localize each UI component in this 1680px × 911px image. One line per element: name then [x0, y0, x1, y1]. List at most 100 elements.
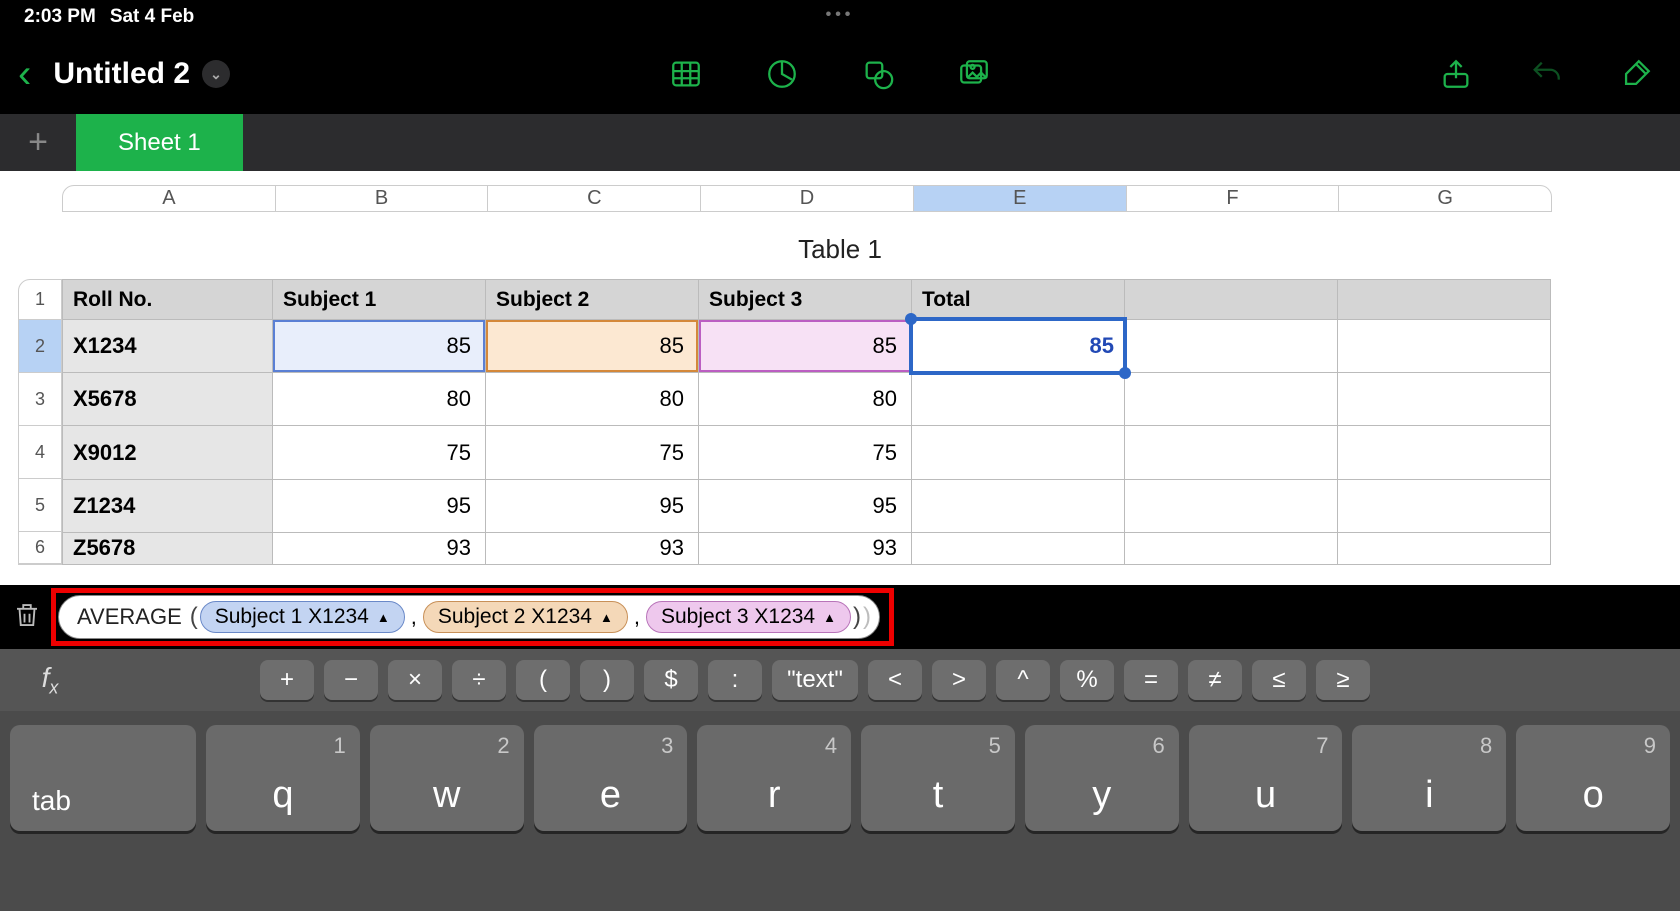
row-header-6[interactable]: 6	[19, 532, 61, 564]
cell[interactable]	[912, 426, 1125, 479]
cell[interactable]: X9012	[63, 426, 273, 479]
key-u[interactable]: 7u	[1189, 725, 1343, 831]
cell[interactable]: 93	[699, 532, 912, 564]
cell[interactable]: 95	[273, 479, 486, 532]
cell[interactable]	[1338, 532, 1551, 564]
key-i[interactable]: 8i	[1352, 725, 1506, 831]
sym-plus[interactable]: +	[260, 660, 314, 700]
share-icon[interactable]	[1430, 48, 1482, 100]
cell[interactable]	[1125, 320, 1338, 373]
delete-formula-icon[interactable]	[12, 600, 42, 635]
formula-ref-token[interactable]: Subject 2 X1234▲	[423, 601, 628, 633]
key-y[interactable]: 6y	[1025, 725, 1179, 831]
sym-dollar[interactable]: $	[644, 660, 698, 700]
col-header-g[interactable]: G	[1339, 186, 1551, 211]
cell[interactable]	[1125, 373, 1338, 426]
column-headers[interactable]: A B C D E F G	[62, 185, 1552, 212]
cell[interactable]: 75	[273, 426, 486, 479]
key-w[interactable]: 2w	[370, 725, 524, 831]
insert-media-icon[interactable]	[948, 48, 1000, 100]
key-e[interactable]: 3e	[534, 725, 688, 831]
sym-divide[interactable]: ÷	[452, 660, 506, 700]
sym-text[interactable]: "text"	[772, 660, 858, 700]
col-header-d[interactable]: D	[701, 186, 914, 211]
cell[interactable]: 93	[486, 532, 699, 564]
add-sheet-button[interactable]: +	[0, 114, 76, 171]
cell[interactable]: 93	[273, 532, 486, 564]
cell[interactable]: X1234	[63, 320, 273, 373]
row-header-1[interactable]: 1	[19, 280, 61, 320]
col-header-c[interactable]: C	[488, 186, 701, 211]
sym-gt[interactable]: >	[932, 660, 986, 700]
sym-rparen[interactable]: )	[580, 660, 634, 700]
cell[interactable]	[1125, 532, 1338, 564]
cell[interactable]	[1338, 479, 1551, 532]
fx-button[interactable]: fx	[0, 662, 100, 699]
multitask-dots-icon[interactable]: •••	[826, 6, 855, 24]
sym-lt[interactable]: <	[868, 660, 922, 700]
sym-le[interactable]: ≤	[1252, 660, 1306, 700]
sym-times[interactable]: ×	[388, 660, 442, 700]
cell[interactable]	[1125, 426, 1338, 479]
cell[interactable]: 75	[486, 426, 699, 479]
data-grid[interactable]: Roll No. Subject 1 Subject 2 Subject 3 T…	[62, 279, 1551, 565]
cell[interactable]: 80	[699, 373, 912, 426]
header-cell[interactable]: Subject 2	[486, 280, 699, 320]
sym-caret[interactable]: ^	[996, 660, 1050, 700]
token-disclosure-icon[interactable]: ▲	[823, 610, 836, 625]
sheet-tab[interactable]: Sheet 1	[76, 114, 243, 171]
selected-cell[interactable]: 85	[912, 320, 1125, 373]
cell[interactable]	[912, 532, 1125, 564]
sym-neq[interactable]: ≠	[1188, 660, 1242, 700]
cell[interactable]: Z1234	[63, 479, 273, 532]
row-header-4[interactable]: 4	[19, 426, 61, 479]
title-chevron-icon[interactable]: ⌄	[202, 60, 230, 88]
header-cell[interactable]	[1338, 280, 1551, 320]
sym-minus[interactable]: −	[324, 660, 378, 700]
key-t[interactable]: 5t	[861, 725, 1015, 831]
cell[interactable]	[1125, 479, 1338, 532]
undo-icon[interactable]	[1520, 48, 1572, 100]
cell[interactable]: 85	[486, 320, 699, 373]
header-cell[interactable]	[1125, 280, 1338, 320]
cell[interactable]: 95	[486, 479, 699, 532]
key-o[interactable]: 9o	[1516, 725, 1670, 831]
cell[interactable]: 85	[273, 320, 486, 373]
cell[interactable]: 80	[273, 373, 486, 426]
spreadsheet-canvas[interactable]: A B C D E F G Table 1 1 2 3 4 5 6 Roll N…	[0, 171, 1680, 585]
function-name[interactable]: AVERAGE	[67, 604, 188, 630]
format-brush-icon[interactable]	[1610, 48, 1662, 100]
row-header-5[interactable]: 5	[19, 479, 61, 532]
cell[interactable]	[1338, 373, 1551, 426]
key-tab[interactable]: tab	[10, 725, 196, 831]
sym-equals[interactable]: =	[1124, 660, 1178, 700]
row-header-2[interactable]: 2	[19, 320, 61, 373]
cell[interactable]: X5678	[63, 373, 273, 426]
sym-lparen[interactable]: (	[516, 660, 570, 700]
cell[interactable]: 75	[699, 426, 912, 479]
sym-percent[interactable]: %	[1060, 660, 1114, 700]
token-disclosure-icon[interactable]: ▲	[377, 610, 390, 625]
col-header-f[interactable]: F	[1127, 186, 1340, 211]
insert-table-icon[interactable]	[660, 48, 712, 100]
col-header-a[interactable]: A	[63, 186, 276, 211]
token-disclosure-icon[interactable]: ▲	[600, 610, 613, 625]
cell[interactable]: Z5678	[63, 532, 273, 564]
cell[interactable]: 95	[699, 479, 912, 532]
document-title[interactable]: Untitled 2 ⌄	[53, 57, 230, 91]
formula-capsule[interactable]: AVERAGE ( Subject 1 X1234▲ , Subject 2 X…	[58, 595, 880, 639]
cell[interactable]	[912, 479, 1125, 532]
cell[interactable]	[1338, 320, 1551, 373]
col-header-e[interactable]: E	[914, 186, 1127, 211]
insert-shape-icon[interactable]	[852, 48, 904, 100]
table-title[interactable]: Table 1	[0, 234, 1680, 265]
cell[interactable]	[1338, 426, 1551, 479]
cell[interactable]: 80	[486, 373, 699, 426]
key-r[interactable]: 4r	[697, 725, 851, 831]
row-headers[interactable]: 1 2 3 4 5 6	[18, 279, 62, 565]
sym-ge[interactable]: ≥	[1316, 660, 1370, 700]
header-cell[interactable]: Subject 1	[273, 280, 486, 320]
cell[interactable]	[912, 373, 1125, 426]
insert-chart-icon[interactable]	[756, 48, 808, 100]
header-cell[interactable]: Roll No.	[63, 280, 273, 320]
